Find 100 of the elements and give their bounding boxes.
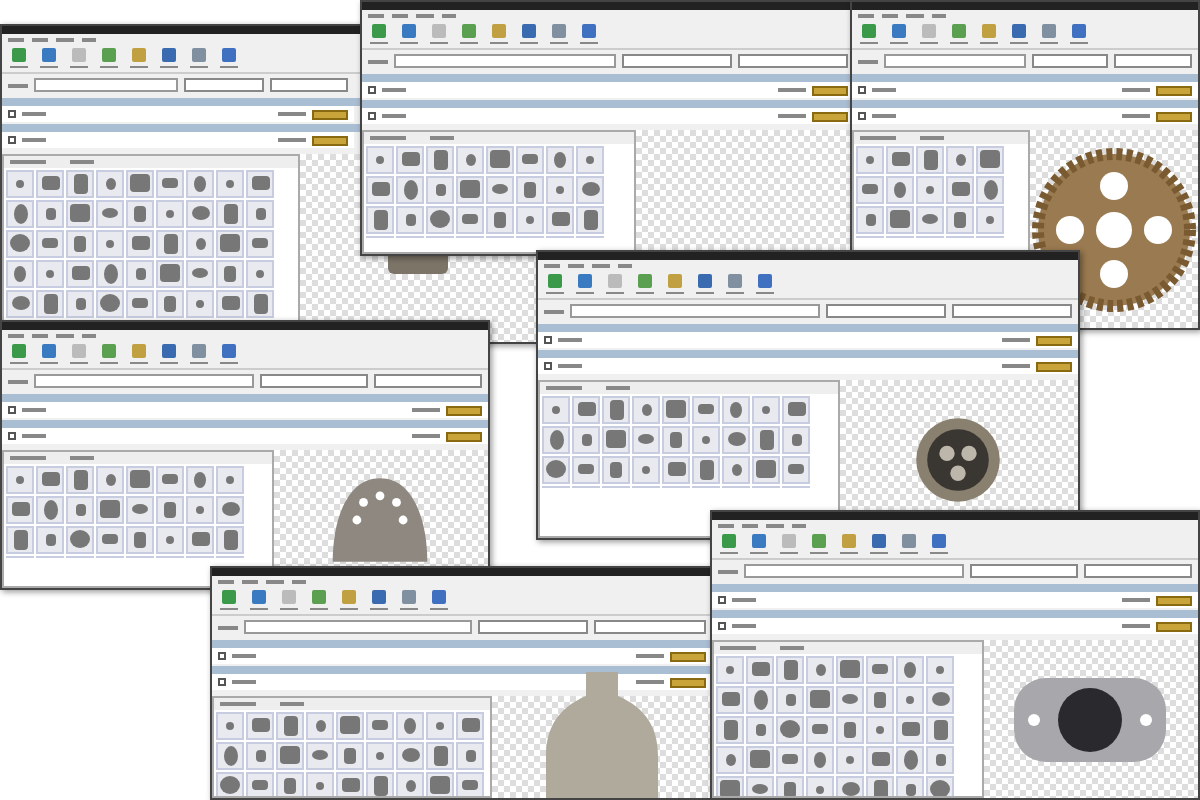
dropdown[interactable] [969,564,1078,578]
thumbnail-photo[interactable] [366,175,394,203]
toolbar-button[interactable] [430,24,448,44]
thumbnail-photo[interactable] [246,289,274,317]
toolbar-button[interactable] [550,24,568,44]
thumbnail-photo[interactable] [336,741,364,769]
thumbnail-photo[interactable] [246,259,274,287]
toolbar-button[interactable] [190,48,208,68]
thumbnail-photo[interactable] [896,745,924,773]
dropdown[interactable] [1031,54,1109,68]
thumbnail-photo[interactable] [926,655,954,683]
thumbnail-photo[interactable] [366,741,394,769]
collection-row[interactable] [712,592,1198,608]
thumbnail-photo[interactable] [946,205,974,233]
toolbar-button[interactable] [310,590,328,610]
dropdown[interactable] [477,620,589,634]
toolbar-button[interactable] [840,534,858,554]
thumbnail-photo[interactable] [486,205,514,233]
toolbar-button[interactable] [900,534,918,554]
thumbnail-photo[interactable] [752,425,780,453]
toolbar-button[interactable] [756,274,774,294]
thumbnail-photo[interactable] [776,775,804,796]
thumbnail-photo[interactable] [546,205,574,233]
collection-row[interactable] [362,108,854,124]
collection-row[interactable] [2,106,354,122]
toolbar-button[interactable] [400,24,418,44]
thumbnail-photo[interactable] [426,205,454,233]
thumbnail-photo[interactable] [6,169,34,197]
thumbnail-photo[interactable] [66,525,94,553]
thumbnail-photo[interactable] [602,395,630,423]
thumbnail-photo[interactable] [306,771,334,796]
thumbnail-photo[interactable] [336,711,364,739]
toolbar-button[interactable] [40,344,58,364]
thumbnail-photo[interactable] [126,495,154,523]
thumbnail-photo[interactable] [66,289,94,317]
thumbnail-photo[interactable] [36,289,64,317]
thumbnail-photo[interactable] [396,711,424,739]
thumbnail-photo[interactable] [896,655,924,683]
toolbar-button[interactable] [400,590,418,610]
toolbar-button[interactable] [460,24,478,44]
thumbnail-photo[interactable] [782,395,810,423]
toolbar-button[interactable] [40,48,58,68]
thumbnail-photo[interactable] [216,169,244,197]
thumbnail-photo[interactable] [692,455,720,483]
toolbar-button[interactable] [1070,24,1088,44]
thumbnail-photo[interactable] [96,495,124,523]
toolbar-button[interactable] [70,48,88,68]
thumbnail-photo[interactable] [836,655,864,683]
toolbar-button[interactable] [920,24,938,44]
toolbar-button[interactable] [666,274,684,294]
thumbnail-photo[interactable] [36,259,64,287]
thumbnail-photo[interactable] [276,771,304,796]
thumbnail-photo[interactable] [186,525,214,553]
thumbnail-photo[interactable] [36,229,64,257]
thumbnail-photo[interactable] [186,229,214,257]
thumbnail-photo[interactable] [216,525,244,553]
thumbnail-photo[interactable] [96,465,124,493]
thumbnail-photo[interactable] [722,455,750,483]
thumbnail-photo[interactable] [836,685,864,713]
thumbnail-photo[interactable] [896,715,924,743]
thumbnail-photo[interactable] [836,775,864,796]
thumbnail-photo[interactable] [186,259,214,287]
thumbnail-photo[interactable] [156,229,184,257]
thumbnail-photo[interactable] [96,289,124,317]
thumbnail-photo[interactable] [216,771,244,796]
thumbnail-photo[interactable] [716,685,744,713]
thumbnail-photo[interactable] [426,145,454,173]
toolbar-button[interactable] [546,274,564,294]
thumbnail-photo[interactable] [806,685,834,713]
collection-row[interactable] [538,332,1078,348]
toolbar-button[interactable] [490,24,508,44]
collection-row[interactable] [852,108,1198,124]
toolbar-button[interactable] [160,344,178,364]
toolbar-button[interactable] [580,24,598,44]
dropdown[interactable] [622,54,733,68]
thumbnail-photo[interactable] [926,745,954,773]
thumbnail-photo[interactable] [126,525,154,553]
thumbnail-photo[interactable] [632,425,660,453]
thumbnail-photo[interactable] [486,175,514,203]
thumbnail-photo[interactable] [426,741,454,769]
toolbar-button[interactable] [520,24,538,44]
thumbnail-photo[interactable] [6,495,34,523]
thumbnail-photo[interactable] [776,745,804,773]
thumbnail-photo[interactable] [66,229,94,257]
thumbnail-photo[interactable] [572,455,600,483]
thumbnail-photo[interactable] [836,745,864,773]
toolbar-button[interactable] [160,48,178,68]
thumbnail-photo[interactable] [6,229,34,257]
thumbnail-photo[interactable] [542,395,570,423]
thumbnail-photo[interactable] [156,525,184,553]
thumbnail-photo[interactable] [186,465,214,493]
thumbnail-photo[interactable] [66,259,94,287]
thumbnail-photo[interactable] [186,495,214,523]
thumbnail-photo[interactable] [156,199,184,227]
thumbnail-photo[interactable] [6,199,34,227]
thumbnail-photo[interactable] [856,205,884,233]
thumbnail-photo[interactable] [216,741,244,769]
thumbnail-photo[interactable] [246,711,274,739]
thumbnail-photo[interactable] [126,289,154,317]
thumbnail-photo[interactable] [926,775,954,796]
